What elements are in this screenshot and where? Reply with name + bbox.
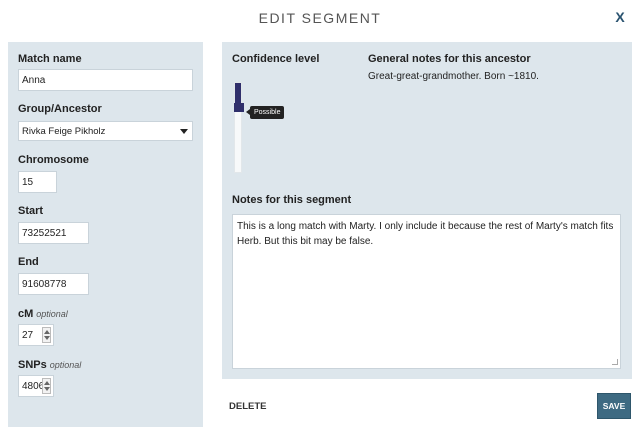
end-input[interactable] [18,273,89,295]
save-button[interactable]: SAVE [597,393,631,419]
confidence-tooltip: Possible [245,106,285,119]
match-name-label: Match name [18,53,82,65]
resize-grip-icon[interactable] [612,359,618,365]
close-icon[interactable]: X [612,9,628,27]
chromosome-input[interactable] [18,171,57,193]
cm-optional-hint: optional [36,309,68,319]
snps-label: SNPs optional [18,359,81,371]
match-name-input[interactable] [18,69,193,91]
snps-optional-hint: optional [49,360,82,370]
spinner-arrows-icon[interactable] [42,378,51,394]
spinner-arrows-icon[interactable] [42,327,51,343]
cm-label: cM optional [18,308,68,320]
snps-label-text: SNPs [18,359,47,371]
confidence-label: Confidence level [232,53,320,65]
confidence-slider[interactable] [234,82,244,173]
general-notes-label: General notes for this ancestor [368,53,531,65]
chevron-down-icon [180,129,188,134]
segment-fields-panel: Match name Group/Ancestor Rivka Feige Pi… [8,42,203,427]
dialog-header: EDIT SEGMENT X [0,0,640,40]
segment-notes-label: Notes for this segment [232,194,352,206]
general-notes-text: Great-great-grandmother. Born ~1810. [368,71,539,82]
group-ancestor-value: Rivka Feige Pikholz [22,126,106,137]
start-input[interactable] [18,222,89,244]
segment-notes-textarea[interactable]: This is a long match with Marty. I only … [232,214,621,369]
cm-label-text: cM [18,308,34,320]
delete-button[interactable]: DELETE [229,401,266,412]
start-label: Start [18,205,44,217]
cm-value: 27 [22,330,34,341]
dialog-title: EDIT SEGMENT [258,10,382,26]
notes-panel: Confidence level Possible General notes … [222,42,632,379]
group-ancestor-label: Group/Ancestor [18,103,102,115]
cm-stepper[interactable]: 27 [18,324,54,346]
snps-stepper[interactable]: 4806 [18,375,54,397]
end-label: End [18,256,39,268]
snps-value: 4806 [22,381,45,392]
group-ancestor-select[interactable]: Rivka Feige Pikholz [18,121,193,141]
chromosome-label: Chromosome [18,154,89,166]
confidence-slider-handle[interactable] [234,103,244,112]
